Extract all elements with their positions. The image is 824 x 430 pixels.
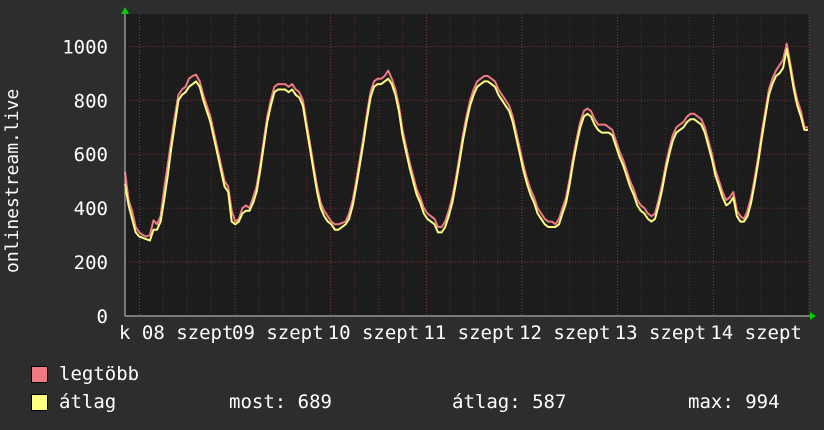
- x-tick-label: 11 szept: [423, 322, 515, 344]
- stat-now: most: 689: [229, 391, 332, 413]
- y-tick-label: 600: [74, 144, 108, 166]
- x-tick-label: 09 szept: [232, 322, 324, 344]
- x-axis-arrow-icon: [810, 312, 816, 320]
- y-ticks: 0 200 400 600 800 1000: [62, 36, 108, 328]
- legend-label-max: legtöbb: [59, 363, 140, 385]
- x-tick-label: k 08 szept: [119, 322, 233, 344]
- legend-swatch-avg: [31, 394, 48, 411]
- x-tick-label: 14 szept: [710, 322, 802, 344]
- x-tick-label: 10 szept: [328, 322, 420, 344]
- y-tick-label: 200: [74, 252, 108, 274]
- stat-max: max: 994: [688, 391, 780, 413]
- x-ticks: k 08 szept09 szept 10 szept 11 szept 12 sze…: [119, 322, 802, 344]
- y-tick-label: 800: [74, 90, 108, 112]
- y-tick-label: 400: [74, 198, 108, 220]
- legend-label-avg: átlag: [59, 391, 117, 413]
- x-tick-label: 13 szept: [615, 322, 707, 344]
- plot-area: [125, 14, 809, 316]
- y-tick-label: 1000: [62, 36, 108, 58]
- legend-swatch-max: [31, 366, 48, 383]
- x-tick-label: 12 szept: [519, 322, 611, 344]
- stat-avg: átlag: 587: [452, 391, 567, 413]
- chart: 0 200 400 600 800 1000 k 08 szept09 szept 10 s…: [62, 7, 816, 344]
- y-tick-label: 0: [97, 306, 108, 328]
- y-axis-arrow-icon: [121, 7, 129, 14]
- y-axis-label: onlinestream.live: [2, 88, 23, 273]
